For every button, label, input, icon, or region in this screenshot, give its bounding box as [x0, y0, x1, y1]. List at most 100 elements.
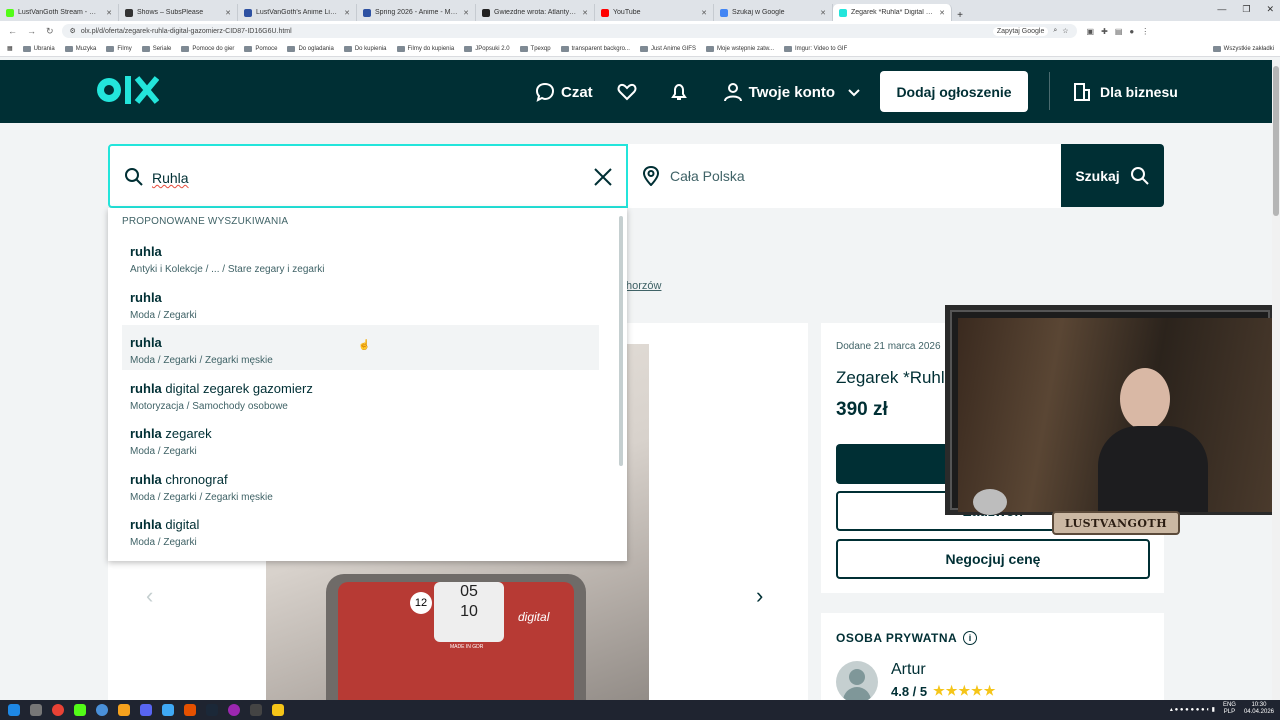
language-indicator[interactable]: ENG PLP — [1223, 702, 1236, 716]
search-button[interactable]: Szukaj — [1061, 144, 1164, 207]
steam-taskbar-icon[interactable] — [206, 704, 218, 716]
close-tab-icon[interactable]: ✕ — [939, 9, 945, 17]
sidebar-icon[interactable]: ▤ — [1115, 27, 1123, 36]
bookmark-item[interactable]: Ubrania — [22, 45, 55, 52]
close-tab-icon[interactable]: ✕ — [820, 9, 826, 17]
seller-type-label: OSOBA PRYWATNA — [836, 631, 958, 645]
bookmark-item[interactable]: transparent backgro... — [560, 45, 630, 52]
suggestion-item[interactable]: ruhla chronograf Moda / Zegarki / Zegarki… — [122, 462, 599, 507]
close-tab-icon[interactable]: ✕ — [463, 9, 469, 17]
vlc-taskbar-icon[interactable] — [184, 704, 196, 716]
close-tab-icon[interactable]: ✕ — [106, 9, 112, 17]
app-taskbar-icon[interactable] — [96, 704, 108, 716]
kick-taskbar-icon[interactable] — [74, 704, 86, 716]
clear-search-icon[interactable] — [593, 167, 613, 187]
folder-icon — [64, 45, 73, 52]
forward-icon[interactable]: → — [27, 26, 36, 37]
business-link[interactable]: Dla biznesu — [1072, 82, 1178, 102]
site-info-icon[interactable]: ⚙ — [70, 27, 76, 35]
profile-icon[interactable]: ● — [1129, 27, 1134, 36]
heart-icon — [617, 83, 637, 101]
app-taskbar-icon[interactable] — [250, 704, 262, 716]
bookmark-star-icon[interactable]: ☆ — [1062, 27, 1068, 35]
browser-tab[interactable]: YouTube ✕ — [595, 4, 714, 21]
zoom-icon[interactable]: ⌕ — [1053, 27, 1057, 35]
extensions-puzzle-icon[interactable]: ✚ — [1101, 27, 1108, 36]
bookmark-item[interactable]: Pomoce do gier — [181, 45, 234, 52]
app-taskbar-icon[interactable] — [162, 704, 174, 716]
obs-taskbar-icon[interactable] — [228, 704, 240, 716]
notifications-link[interactable] — [669, 82, 689, 102]
bookmark-item[interactable]: Seriale — [141, 45, 171, 52]
url-text[interactable]: olx.pl/d/oferta/zegarek-ruhla-digital-ga… — [81, 28, 988, 35]
minimize-icon[interactable]: — — [1217, 4, 1226, 15]
close-window-icon[interactable]: ✕ — [1266, 4, 1274, 15]
bookmark-item[interactable]: Just Anime GIFS — [639, 45, 696, 52]
suggestion-item[interactable]: ruhla Moda / Zegarki — [122, 280, 599, 325]
account-menu[interactable]: Twoje konto — [723, 82, 861, 102]
location-value: Cała Polska — [670, 168, 745, 184]
bookmark-item[interactable]: Moje wstępnie zatw... — [705, 45, 774, 52]
back-icon[interactable]: ← — [8, 26, 17, 37]
bookmark-item[interactable]: Muzyka — [64, 45, 96, 52]
browser-tab[interactable]: Szukaj w Google ✕ — [714, 4, 833, 21]
taskbar-search-icon[interactable] — [30, 704, 42, 716]
bookmark-item[interactable]: JPopsuki 2.0 — [464, 45, 510, 52]
close-tab-icon[interactable]: ✕ — [344, 9, 350, 17]
breadcrumb-partial-link[interactable]: horzów — [626, 280, 661, 292]
add-listing-button[interactable]: Dodaj ogłoszenie — [880, 71, 1028, 112]
suggestion-item[interactable]: ruhla zegarek Moda / Zegarki — [122, 416, 599, 461]
all-bookmarks-link[interactable]: Wszystkie zakładki — [1212, 45, 1274, 52]
omnibox[interactable]: ⚙ olx.pl/d/oferta/zegarek-ruhla-digital-… — [61, 24, 1077, 38]
location-input[interactable]: Cała Polska — [628, 144, 1061, 208]
windows-start-icon[interactable] — [8, 704, 20, 716]
menu-icon[interactable]: ⋮ — [1141, 27, 1149, 36]
tab-title: Spring 2026 - Anime - MyAnim... — [375, 9, 459, 16]
close-tab-icon[interactable]: ✕ — [225, 9, 231, 17]
app-taskbar-icon[interactable] — [118, 704, 130, 716]
new-tab-icon[interactable]: + — [952, 10, 968, 21]
info-icon[interactable]: i — [963, 631, 978, 645]
close-tab-icon[interactable]: ✕ — [582, 9, 588, 17]
bookmark-item[interactable]: Do ogladania — [287, 45, 334, 52]
bookmark-item[interactable]: Imgur: Video to GIF — [783, 45, 847, 52]
maximize-icon[interactable]: ❐ — [1242, 4, 1250, 15]
search-query[interactable]: Ruhla — [152, 170, 189, 186]
close-tab-icon[interactable]: ✕ — [701, 9, 707, 17]
bookmark-item[interactable]: Filmy do kupienia — [396, 45, 454, 52]
bookmark-item[interactable]: Pomoce — [244, 45, 277, 52]
chrome-taskbar-icon[interactable] — [52, 704, 64, 716]
suggestion-item[interactable]: ruhla digital zegarek gazomierz Motoryzac… — [122, 371, 599, 416]
google-lens-pill[interactable]: Zapytaj Google — [992, 26, 1049, 36]
suggestion-item[interactable]: ruhla Antyki i Kolekcje / ... / Stare zeg… — [122, 234, 599, 279]
browser-tab[interactable]: LustVanGoth Stream - Watch Li... ✕ — [0, 4, 119, 21]
chat-link[interactable]: Czat — [535, 82, 593, 102]
browser-tab[interactable]: Shows – SubsPlease ✕ — [119, 4, 238, 21]
next-photo-icon[interactable]: › — [756, 583, 763, 609]
suggestion-item[interactable]: ruhla digital Moda / Zegarki — [122, 507, 599, 552]
extension-icon[interactable]: ▣ — [1087, 27, 1095, 36]
bookmark-item[interactable]: Tpexqp — [519, 45, 551, 52]
folder-taskbar-icon[interactable] — [272, 704, 284, 716]
tray-icons[interactable]: ▴ ● ● ● ● ● ● ◐ ▮ — [1170, 706, 1215, 713]
favorites-link[interactable] — [617, 82, 637, 102]
browser-tab[interactable]: Spring 2026 - Anime - MyAnim... ✕ — [357, 4, 476, 21]
discord-taskbar-icon[interactable] — [140, 704, 152, 716]
building-icon — [1074, 83, 1090, 101]
bookmark-item[interactable]: Do kupienia — [343, 45, 387, 52]
seller-name[interactable]: Artur — [891, 661, 926, 679]
negotiate-price-button[interactable]: Negocjuj cenę — [836, 539, 1150, 579]
clock[interactable]: 10:30 04.04.2026 — [1244, 702, 1274, 716]
browser-tab[interactable]: Gwiezdne wrota: Atlantyda / St... ✕ — [476, 4, 595, 21]
bookmark-label: Filmy — [117, 45, 132, 52]
dropdown-scrollbar[interactable] — [619, 216, 623, 466]
olx-logo[interactable] — [95, 74, 160, 111]
search-input[interactable]: Ruhla — [108, 144, 628, 208]
browser-tab[interactable]: Zegarek *Ruhla* Digital gazom... ✕ — [833, 4, 952, 21]
browser-tab[interactable]: LustVanGoth's Anime List - My... ✕ — [238, 4, 357, 21]
bookmark-item[interactable]: Filmy — [106, 45, 132, 52]
apps-icon[interactable]: ▦ — [7, 45, 13, 52]
previous-photo-icon[interactable]: ‹ — [146, 583, 153, 609]
page-scrollbar[interactable] — [1272, 60, 1280, 700]
reload-icon[interactable]: ↻ — [46, 26, 54, 37]
